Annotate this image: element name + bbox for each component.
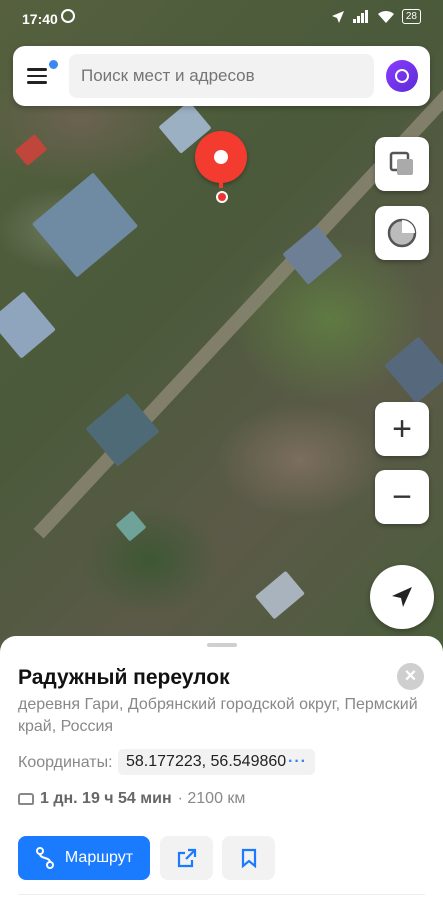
travel-time: 1 дн. 19 ч 54 мин — [40, 790, 172, 807]
status-bar: 17:40 28 — [0, 0, 443, 38]
map-building — [14, 133, 48, 167]
share-icon — [177, 848, 196, 868]
map-building — [115, 510, 147, 542]
location-pin-icon[interactable] — [195, 131, 247, 183]
alarm-icon — [61, 9, 75, 23]
place-address: деревня Гари, Добрянский городской округ… — [18, 696, 418, 735]
status-time: 17:40 — [22, 11, 58, 27]
search-bar — [13, 46, 430, 106]
layers-icon — [389, 151, 413, 175]
map-building — [282, 225, 343, 285]
distance: · 2100 км — [177, 790, 246, 807]
zoom-out-button[interactable]: − — [375, 470, 429, 524]
divider — [18, 894, 425, 895]
location-pin-tail — [219, 178, 223, 188]
share-button[interactable] — [160, 836, 213, 880]
coordinates-value[interactable]: 58.177223, 56.549860 ··· — [118, 749, 315, 775]
car-icon — [18, 793, 34, 805]
location-point-icon — [216, 191, 228, 203]
traffic-icon — [387, 218, 417, 248]
route-button[interactable]: Маршрут — [18, 836, 150, 880]
place-card: Радужный переулок × деревня Гари, Добрян… — [0, 636, 443, 910]
zoom-in-button[interactable]: + — [375, 402, 429, 456]
signal-icon — [352, 10, 368, 23]
bookmark-button[interactable] — [222, 836, 275, 880]
more-icon[interactable]: ··· — [288, 749, 307, 775]
traffic-button[interactable] — [375, 206, 429, 260]
close-icon[interactable]: × — [397, 663, 424, 690]
map-building — [31, 172, 139, 278]
location-arrow-icon — [392, 587, 412, 607]
wifi-icon — [377, 10, 394, 23]
location-status-icon — [331, 10, 344, 23]
search-input[interactable] — [69, 54, 374, 98]
route-icon — [35, 847, 54, 869]
map-building — [384, 336, 443, 404]
route-button-label: Маршрут — [64, 849, 134, 866]
bookmark-icon — [241, 848, 256, 868]
alice-icon[interactable] — [386, 60, 418, 92]
route-info: 1 дн. 19 ч 54 мин · 2100 км — [18, 790, 245, 808]
layers-button[interactable] — [375, 137, 429, 191]
map-building — [255, 570, 305, 620]
place-title: Радужный переулок — [18, 666, 230, 689]
coordinates-text: 58.177223, 56.549860 — [126, 753, 287, 770]
notification-dot-icon — [47, 58, 60, 71]
sheet-handle[interactable] — [207, 643, 237, 647]
battery-icon: 28 — [401, 9, 421, 24]
coordinates-label: Координаты: — [18, 754, 113, 771]
my-location-button[interactable] — [370, 565, 434, 629]
map-building — [0, 291, 56, 359]
